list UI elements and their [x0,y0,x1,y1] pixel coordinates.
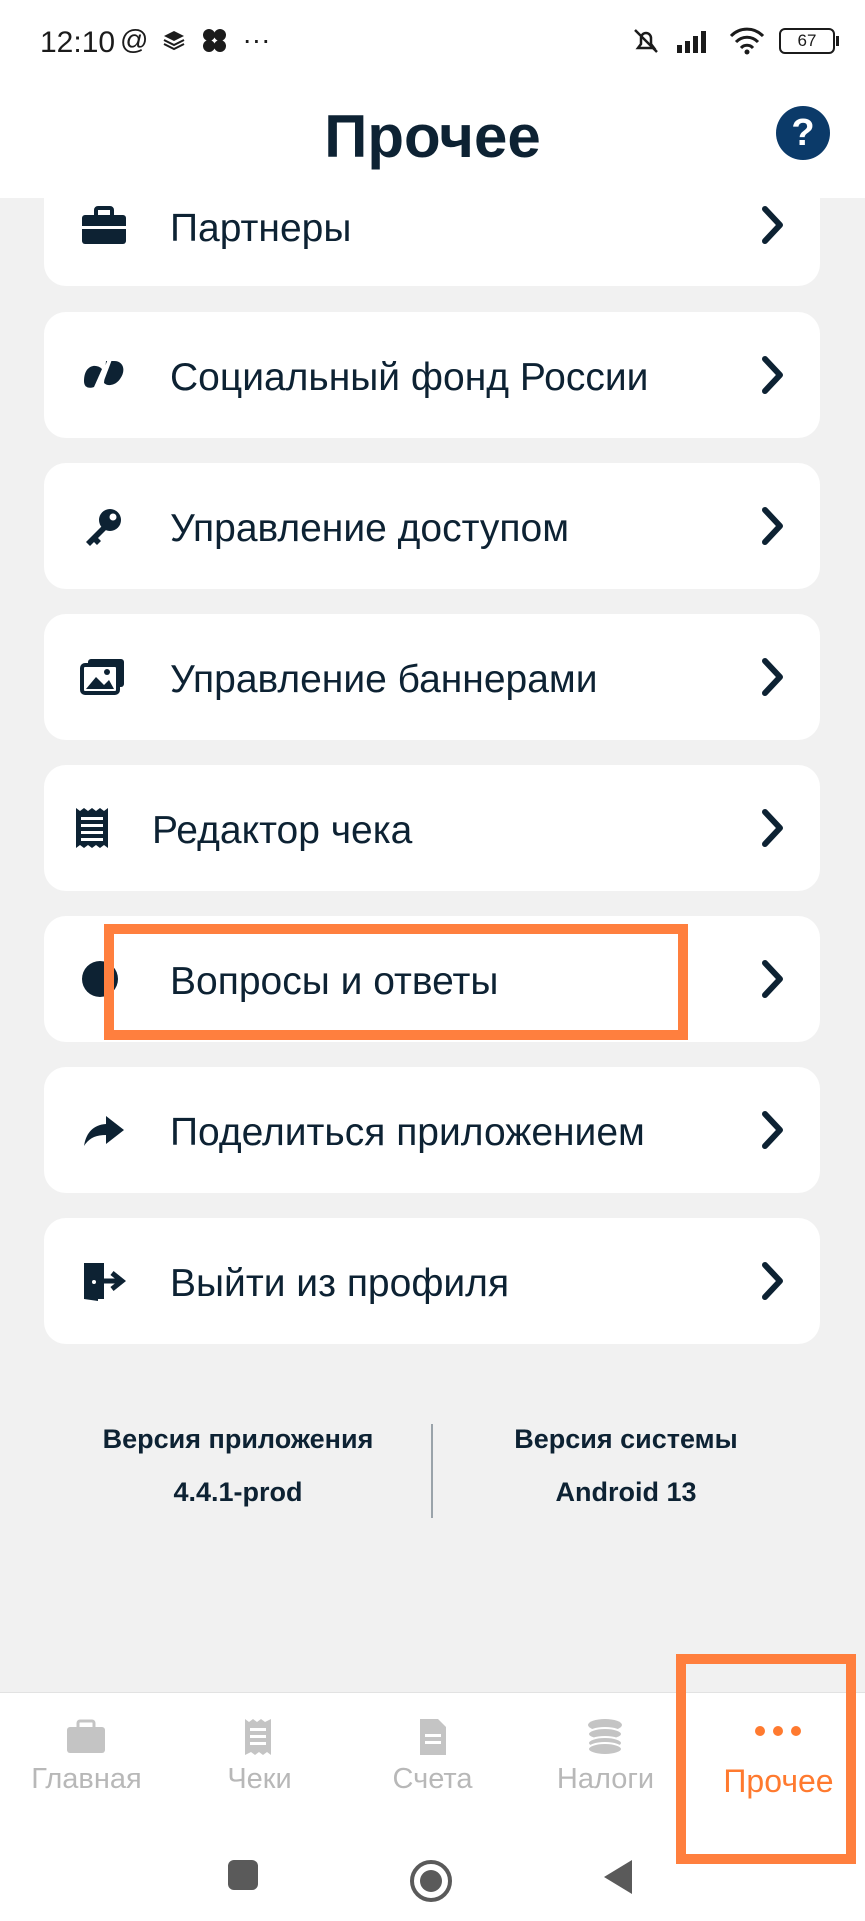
chevron-right-icon [762,206,783,244]
nav-item-bills[interactable]: Счета [346,1693,519,1813]
clover-icon [203,29,227,52]
receipt-icon [76,808,108,848]
info-icon [82,961,118,997]
home-button[interactable] [408,1858,454,1904]
chevron-right-icon [762,356,783,394]
nav-item-receipts[interactable]: Чеки [173,1693,346,1813]
app-version-caption: Версия приложения [102,1424,374,1454]
image-icon [80,659,124,695]
chevron-right-icon [762,960,783,998]
menu-item-banners[interactable]: Управление баннерами [44,614,820,740]
at-icon: @ [120,24,149,55]
menu-item-partners[interactable]: Партнеры [44,198,820,286]
recents-button[interactable] [226,1858,260,1892]
nav-label-taxes: Налоги [556,1763,655,1795]
chevron-right-icon [762,1111,783,1149]
signal-icon [677,31,706,53]
wifi-icon [729,27,765,55]
receipt-icon [245,1719,271,1755]
chevron-right-icon [762,658,783,696]
menu-item-receipt-editor[interactable]: Редактор чека [44,765,820,891]
nav-label-bills: Счета [392,1763,473,1795]
menu-item-label: Партнеры [170,207,352,250]
briefcase-icon [67,1719,105,1753]
highlight-box-nav-other [676,1654,856,1864]
app-version: Версия приложения 4.4.1-prod [44,1424,432,1508]
briefcase-icon [82,206,126,244]
status-right-icons: 67 [631,26,839,56]
menu-item-label: Вопросы и ответы [170,960,499,1003]
app-version-value: 4.4.1-prod [173,1477,303,1507]
menu-item-label: Управление баннерами [170,658,598,701]
chevron-right-icon [762,1262,783,1300]
menu-item-social-fund[interactable]: Социальный фонд России [44,312,820,438]
logout-icon [84,1263,127,1301]
help-button[interactable]: ? [776,106,830,160]
system-version-caption: Версия системы [514,1424,738,1454]
app-header: Прочее ? [0,88,865,198]
document-icon [420,1719,446,1755]
layers-icon [163,31,185,51]
version-info: Версия приложения 4.4.1-prod Версия сист… [44,1424,820,1520]
menu-item-faq[interactable]: Вопросы и ответы [44,916,820,1042]
nav-item-home[interactable]: Главная [0,1693,173,1813]
share-icon [84,1116,124,1146]
system-navigation-bar [0,1850,865,1920]
nav-label-home: Главная [31,1763,142,1795]
status-bar: 12:10 @ ··· 67 [0,0,865,88]
chevron-right-icon [762,809,783,847]
key-icon [86,509,121,546]
page-title: Прочее [324,103,541,170]
bell-off-icon [634,29,658,53]
menu-item-label: Редактор чека [152,809,413,852]
menu-item-label: Выйти из профиля [170,1262,510,1305]
menu-item-logout[interactable]: Выйти из профиля [44,1218,820,1344]
menu-item-label: Поделиться приложением [170,1111,645,1154]
nav-label-receipts: Чеки [227,1763,292,1795]
menu-item-access-control[interactable]: Управление доступом [44,463,820,589]
status-left-icons: @ ··· [120,24,270,56]
more-icon: ··· [242,24,271,55]
menu-item-label: Управление доступом [170,507,570,550]
chevron-right-icon [762,507,783,545]
menu-item-share-app[interactable]: Поделиться приложением [44,1067,820,1193]
battery-indicator: 67 [779,28,839,54]
system-version-value: Android 13 [555,1477,697,1507]
nav-item-taxes[interactable]: Налоги [519,1693,692,1813]
sfr-logo-icon [84,358,124,392]
system-version: Версия системы Android 13 [432,1424,820,1508]
status-time: 12:10 [40,26,116,59]
coins-icon [587,1719,623,1755]
back-button[interactable] [600,1858,636,1896]
menu-item-label: Социальный фонд России [170,356,649,399]
